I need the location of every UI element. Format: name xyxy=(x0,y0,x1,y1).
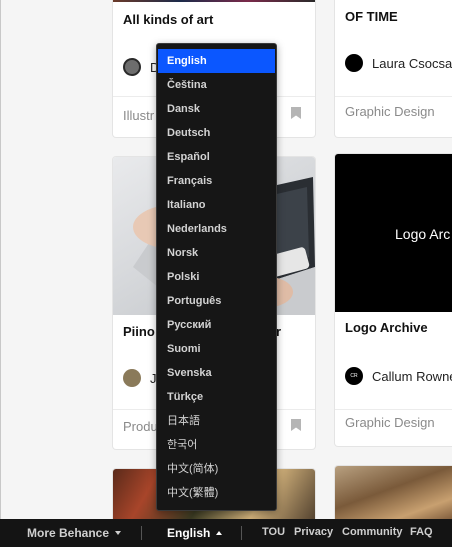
project-thumbnail[interactable] xyxy=(335,466,452,526)
project-owner[interactable]: Laura Csocsa xyxy=(345,54,452,72)
footer-link-faq[interactable]: FAQ xyxy=(410,526,433,538)
project-owner[interactable]: CR Callum Rowne xyxy=(345,367,452,385)
language-selector-label: English xyxy=(167,526,211,540)
language-option-suomi[interactable]: Suomi xyxy=(157,337,276,361)
left-gutter xyxy=(0,0,112,519)
language-option-nederlands[interactable]: Nederlands xyxy=(157,217,276,241)
project-card[interactable]: OF TIME Laura Csocsa Graphic Design xyxy=(335,0,452,137)
language-option-english[interactable]: English xyxy=(158,49,275,73)
chevron-down-icon xyxy=(115,531,122,535)
more-behance-label: More Behance xyxy=(27,526,110,540)
card-divider xyxy=(335,96,452,97)
card-divider xyxy=(335,409,452,410)
footer-divider xyxy=(141,526,142,540)
avatar xyxy=(123,58,141,76)
project-field[interactable]: Illustr xyxy=(123,108,154,123)
language-option-polski[interactable]: Polski xyxy=(157,265,276,289)
project-field[interactable]: Graphic Design xyxy=(345,104,435,119)
language-option-chinese-traditional[interactable]: 中文(繁體) xyxy=(157,481,276,505)
language-option-italiano[interactable]: Italiano xyxy=(157,193,276,217)
owner-name: Callum Rowne xyxy=(372,368,452,384)
project-thumbnail[interactable]: Logo Arc xyxy=(335,154,452,312)
project-owner[interactable]: D xyxy=(123,58,159,76)
chevron-up-icon xyxy=(216,531,223,535)
project-field[interactable]: Graphic Design xyxy=(345,415,435,430)
language-option-russian[interactable]: Русский xyxy=(157,313,276,337)
language-option-korean[interactable]: 한국어 xyxy=(157,433,276,457)
more-behance-button[interactable]: More Behance xyxy=(27,526,122,540)
project-field[interactable]: Produ xyxy=(123,419,158,434)
language-option-japanese[interactable]: 日本語 xyxy=(157,409,276,433)
footer-link-community[interactable]: Community xyxy=(342,526,403,538)
language-option-turkce[interactable]: Türkçe xyxy=(157,385,276,409)
language-option-cestina[interactable]: Čeština xyxy=(157,73,276,97)
footer-bar: More Behance English TOU Privacy Communi… xyxy=(0,519,452,547)
footer-link-tou[interactable]: TOU xyxy=(262,526,285,538)
language-option-deutsch[interactable]: Deutsch xyxy=(157,121,276,145)
language-option-espanol[interactable]: Español xyxy=(157,145,276,169)
avatar: CR xyxy=(345,367,363,385)
language-option-chinese-simplified[interactable]: 中文(简体) xyxy=(157,457,276,481)
project-title[interactable]: OF TIME xyxy=(345,9,398,24)
project-thumbnail[interactable] xyxy=(113,0,315,2)
avatar xyxy=(345,54,363,72)
footer-link-privacy[interactable]: Privacy xyxy=(294,526,333,538)
owner-name: Laura Csocsa xyxy=(372,55,452,71)
project-card[interactable] xyxy=(335,466,452,526)
language-option-portugues[interactable]: Português xyxy=(157,289,276,313)
project-title[interactable]: Piino xyxy=(123,324,155,339)
language-option-dansk[interactable]: Dansk xyxy=(157,97,276,121)
project-title[interactable]: Logo Archive xyxy=(345,320,428,335)
language-option-francais[interactable]: Français xyxy=(157,169,276,193)
thumbnail-text: Logo Arc xyxy=(395,226,451,242)
bookmark-icon[interactable] xyxy=(291,419,301,431)
language-option-svenska[interactable]: Svenska xyxy=(157,361,276,385)
project-card[interactable]: Logo Arc Logo Archive CR Callum Rowne Gr… xyxy=(335,154,452,446)
language-menu[interactable]: English Čeština Dansk Deutsch Español Fr… xyxy=(156,43,277,511)
project-owner[interactable]: J xyxy=(123,369,157,387)
bookmark-icon[interactable] xyxy=(291,107,301,119)
footer-divider xyxy=(241,526,242,540)
avatar xyxy=(123,369,141,387)
project-title[interactable]: All kinds of art xyxy=(123,12,213,27)
language-option-norsk[interactable]: Norsk xyxy=(157,241,276,265)
language-selector-button[interactable]: English xyxy=(167,526,223,540)
